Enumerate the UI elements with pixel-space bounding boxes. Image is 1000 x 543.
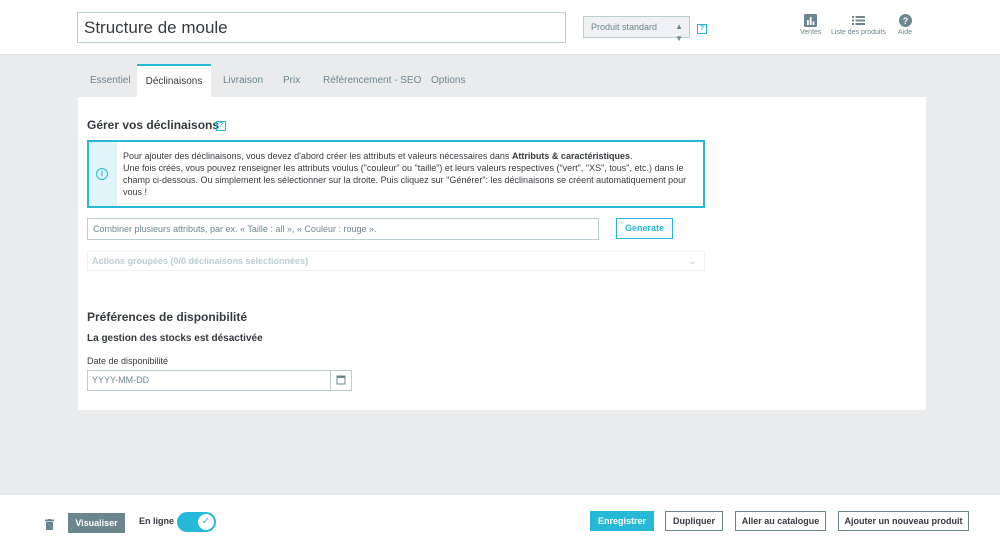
stock-status-text: La gestion des stocks est désactivée (87, 333, 263, 344)
availability-date-input[interactable]: YYYY-MM-DD (87, 370, 331, 391)
check-icon: ✓ (197, 513, 215, 531)
combinations-info-alert: i Pour ajouter des déclinaisons, vous de… (87, 140, 705, 208)
online-toggle[interactable]: ✓ (177, 512, 216, 532)
calendar-button[interactable] (330, 370, 352, 391)
list-icon (851, 16, 865, 25)
info-text-part: Une fois créés, vous pouvez renseigner l… (123, 163, 687, 197)
tab-options[interactable]: Options (431, 64, 465, 97)
bulk-actions-label: Actions groupées (0/0 déclinaisons sélec… (92, 256, 309, 266)
tab-declinaisons[interactable]: Déclinaisons (137, 64, 211, 97)
svg-text:?: ? (902, 16, 908, 26)
calendar-icon (336, 375, 346, 385)
preview-button[interactable]: Visualiser (68, 513, 125, 533)
info-text-part: Pour ajouter des déclinaisons, vous deve… (123, 151, 512, 161)
online-label: En ligne (139, 516, 175, 526)
help-circle-icon: ? (898, 14, 912, 27)
trash-icon[interactable] (45, 519, 54, 530)
combinations-help-icon[interactable]: ? (216, 121, 226, 131)
duplicate-button[interactable]: Dupliquer (665, 511, 723, 531)
tab-livraison[interactable]: Livraison (223, 64, 263, 97)
header-link-label: Aide (898, 29, 913, 36)
product-type-select[interactable]: Produit standard ▲ ▼ (583, 16, 690, 43)
tab-seo[interactable]: Référencement - SEO (323, 64, 421, 97)
info-icon-column: i (89, 142, 117, 206)
go-to-catalog-button[interactable]: Aller au catalogue (735, 511, 826, 531)
header-link-sales[interactable]: Ventes (800, 14, 821, 36)
product-header: Structure de moule Produit standard ▲ ▼ ?… (0, 0, 1000, 55)
generate-button[interactable]: Generate (616, 218, 673, 239)
attributes-link[interactable]: Attributs & caractéristiques (512, 151, 630, 161)
add-new-product-button[interactable]: Ajouter un nouveau produit (838, 511, 969, 531)
info-icon: i (96, 168, 108, 180)
info-text-part: . (629, 151, 633, 161)
save-button[interactable]: Enregistrer (590, 511, 654, 531)
header-link-label: Liste des produits (831, 29, 886, 36)
info-text: Pour ajouter des déclinaisons, vous deve… (123, 150, 693, 198)
tab-essentiel[interactable]: Essentiel (90, 64, 131, 97)
bar-chart-icon (804, 14, 818, 27)
tab-prix[interactable]: Prix (283, 64, 300, 97)
product-name-input[interactable]: Structure de moule (77, 12, 566, 43)
bulk-actions-dropdown[interactable]: Actions groupées (0/0 déclinaisons sélec… (87, 251, 705, 271)
combinations-title: Gérer vos déclinaisons (87, 118, 220, 132)
combine-attributes-input[interactable]: Combiner plusieurs attributs, par ex. « … (87, 218, 599, 240)
availability-date-label: Date de disponibilité (87, 356, 169, 366)
product-type-value: Produit standard (591, 22, 658, 32)
header-link-help[interactable]: ? Aide (898, 14, 912, 36)
chevron-down-icon: ⌄ (688, 256, 696, 266)
product-type-help-icon[interactable]: ? (697, 24, 707, 34)
availability-title: Préférences de disponibilité (87, 310, 248, 324)
header-link-product-list[interactable]: Liste des produits (831, 14, 886, 36)
header-link-label: Ventes (800, 29, 822, 36)
select-arrows-icon: ▲ ▼ (675, 22, 683, 43)
